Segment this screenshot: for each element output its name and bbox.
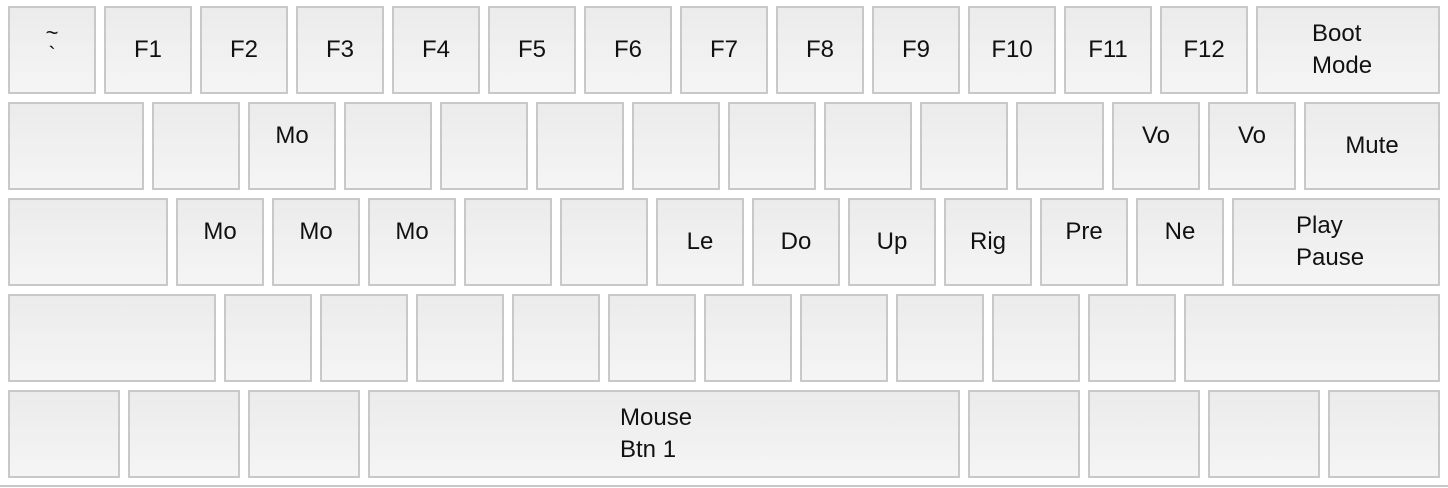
- key-f5[interactable]: F5: [488, 6, 576, 94]
- key-f2[interactable]: F2: [200, 6, 288, 94]
- key-f3[interactable]: F3: [296, 6, 384, 94]
- key-label: F4: [421, 36, 450, 63]
- key-menu[interactable]: [1208, 390, 1320, 478]
- key-label: F6: [613, 36, 642, 63]
- key-left-gui[interactable]: [128, 390, 240, 478]
- key-label: Up: [876, 228, 908, 255]
- key-label: Ne: [1164, 218, 1196, 245]
- keyboard-layout: ~ ` F1 F2 F3 F4 F5 F6 F7 F8 F9 F10 F11 F…: [0, 0, 1448, 488]
- key-i[interactable]: [824, 102, 912, 190]
- key-right-shift[interactable]: [1184, 294, 1440, 382]
- key-label: Rig: [969, 228, 1006, 255]
- key-f6[interactable]: F6: [584, 6, 672, 94]
- key-q[interactable]: [152, 102, 240, 190]
- key-c[interactable]: [416, 294, 504, 382]
- key-bracket-right[interactable]: Vo: [1208, 102, 1296, 190]
- key-right-alt[interactable]: [968, 390, 1080, 478]
- key-label: Le: [686, 228, 714, 255]
- key-w[interactable]: Mo: [248, 102, 336, 190]
- key-y[interactable]: [632, 102, 720, 190]
- key-f8[interactable]: F8: [776, 6, 864, 94]
- key-o[interactable]: [920, 102, 1008, 190]
- key-h[interactable]: Le: [656, 198, 744, 286]
- key-label: Boot Mode: [1312, 20, 1373, 79]
- key-k[interactable]: Up: [848, 198, 936, 286]
- key-f10[interactable]: F10: [968, 6, 1056, 94]
- key-f7[interactable]: F7: [680, 6, 768, 94]
- key-label: F3: [325, 36, 354, 63]
- key-s[interactable]: Mo: [272, 198, 360, 286]
- key-v[interactable]: [512, 294, 600, 382]
- key-quote[interactable]: Ne: [1136, 198, 1224, 286]
- key-p[interactable]: [1016, 102, 1104, 190]
- key-space-mouse-btn-1[interactable]: Mouse Btn 1: [368, 390, 960, 478]
- key-g[interactable]: [560, 198, 648, 286]
- key-comma[interactable]: [896, 294, 984, 382]
- key-mute[interactable]: Mute: [1304, 102, 1440, 190]
- key-a[interactable]: Mo: [176, 198, 264, 286]
- key-f11[interactable]: F11: [1064, 6, 1152, 94]
- key-label: Pre: [1065, 218, 1103, 245]
- key-d[interactable]: Mo: [368, 198, 456, 286]
- key-label: ~ `: [45, 20, 59, 67]
- key-f[interactable]: [464, 198, 552, 286]
- key-x[interactable]: [320, 294, 408, 382]
- key-label: Do: [780, 228, 812, 255]
- key-label: F10: [991, 36, 1033, 63]
- key-left-shift[interactable]: [8, 294, 216, 382]
- key-label: F2: [229, 36, 258, 63]
- divider: [0, 485, 1448, 487]
- key-label: Play Pause: [1296, 212, 1365, 271]
- key-tab[interactable]: [8, 102, 144, 190]
- key-boot-mode[interactable]: Boot Mode: [1256, 6, 1440, 94]
- key-f4[interactable]: F4: [392, 6, 480, 94]
- key-label: F1: [133, 36, 162, 63]
- key-label: Mo: [275, 122, 309, 149]
- key-right-gui[interactable]: [1088, 390, 1200, 478]
- key-label: Mouse Btn 1: [620, 404, 693, 463]
- key-t[interactable]: [536, 102, 624, 190]
- key-f9[interactable]: F9: [872, 6, 960, 94]
- key-period[interactable]: [992, 294, 1080, 382]
- key-label: F11: [1088, 36, 1128, 63]
- key-n[interactable]: [704, 294, 792, 382]
- key-label: Mo: [203, 218, 237, 245]
- key-play-pause[interactable]: Play Pause: [1232, 198, 1440, 286]
- key-label: F7: [709, 36, 738, 63]
- key-l[interactable]: Rig: [944, 198, 1032, 286]
- key-right-ctrl[interactable]: [1328, 390, 1440, 478]
- key-label: F12: [1183, 36, 1225, 63]
- key-left-alt[interactable]: [248, 390, 360, 478]
- key-u[interactable]: [728, 102, 816, 190]
- key-label: Vo: [1141, 122, 1171, 149]
- key-label: Mute: [1345, 132, 1399, 159]
- key-m[interactable]: [800, 294, 888, 382]
- key-grave-tilde[interactable]: ~ `: [8, 6, 96, 94]
- key-label: F9: [901, 36, 930, 63]
- key-f12[interactable]: F12: [1160, 6, 1248, 94]
- key-e[interactable]: [344, 102, 432, 190]
- key-label: F5: [517, 36, 546, 63]
- key-caps-lock[interactable]: [8, 198, 168, 286]
- key-left-ctrl[interactable]: [8, 390, 120, 478]
- key-z[interactable]: [224, 294, 312, 382]
- key-bracket-left[interactable]: Vo: [1112, 102, 1200, 190]
- key-label: Mo: [299, 218, 333, 245]
- key-f1[interactable]: F1: [104, 6, 192, 94]
- key-r[interactable]: [440, 102, 528, 190]
- key-b[interactable]: [608, 294, 696, 382]
- key-label: F8: [805, 36, 834, 63]
- key-slash[interactable]: [1088, 294, 1176, 382]
- key-label: Mo: [395, 218, 429, 245]
- key-j[interactable]: Do: [752, 198, 840, 286]
- key-semicolon[interactable]: Pre: [1040, 198, 1128, 286]
- key-label: Vo: [1237, 122, 1267, 149]
